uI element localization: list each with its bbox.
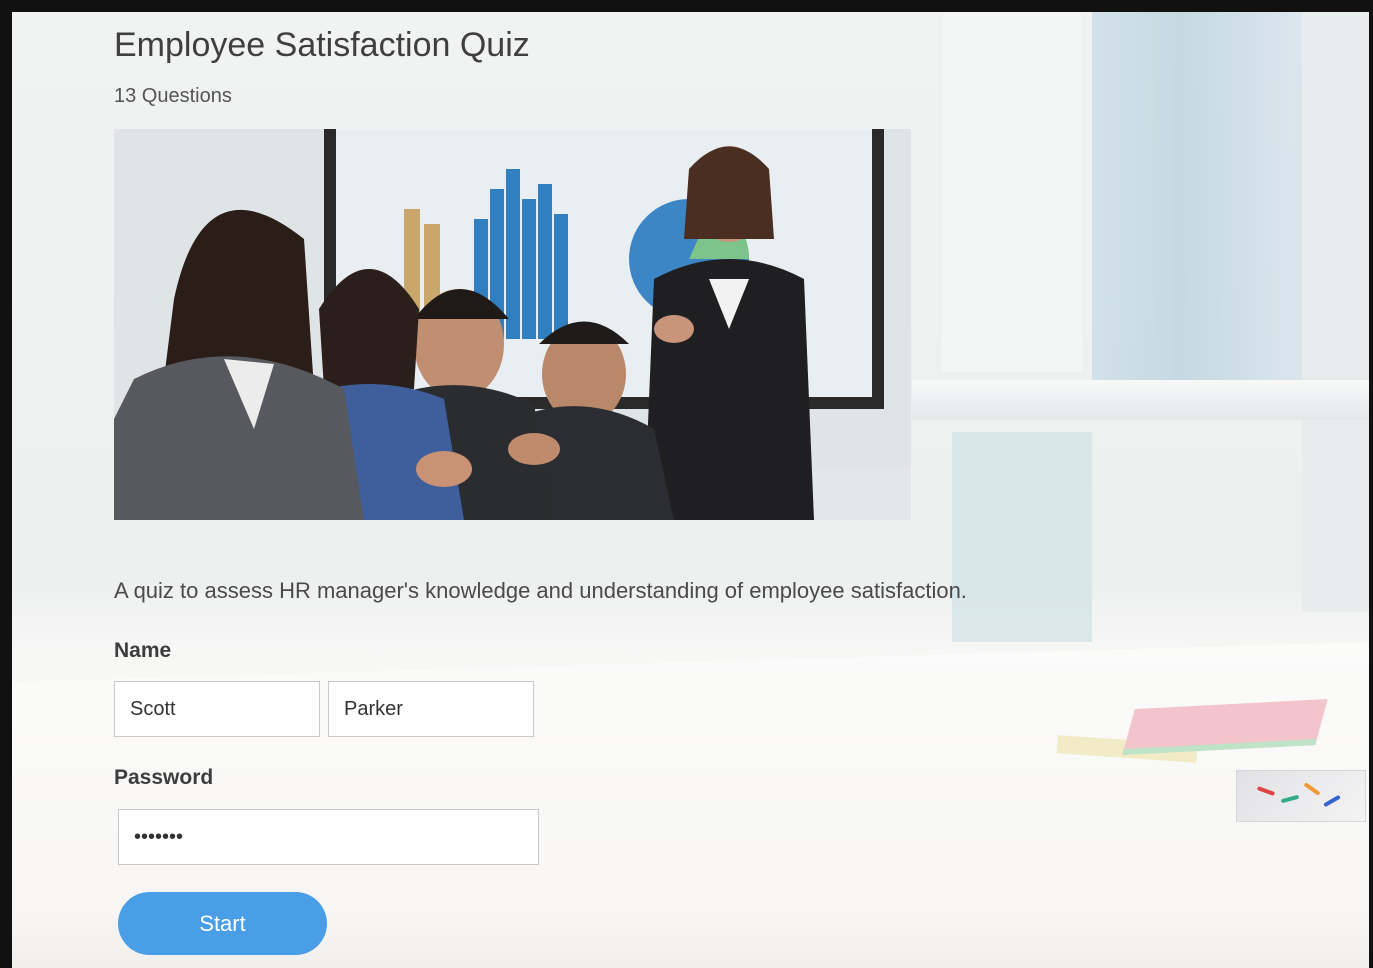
question-count: 13 Questions (114, 85, 232, 107)
background-wall (1302, 12, 1369, 612)
name-label: Name (114, 639, 172, 662)
quiz-title: Employee Satisfaction Quiz (114, 26, 530, 64)
background-shelf (942, 12, 1082, 372)
quiz-page: Employee Satisfaction Quiz 13 Questions (12, 12, 1369, 968)
background-binders (1092, 12, 1312, 392)
background-shelf-edge (912, 380, 1369, 420)
quiz-description: A quiz to assess HR manager's knowledge … (114, 578, 967, 603)
paperclip-box (1236, 770, 1366, 822)
last-name-field[interactable] (328, 681, 534, 737)
quiz-cover-image (114, 129, 911, 520)
start-button[interactable]: Start (118, 892, 327, 955)
office-meeting-photo (114, 129, 911, 520)
password-label: Password (114, 766, 214, 789)
first-name-field[interactable] (114, 681, 320, 737)
background-chair (952, 432, 1092, 642)
password-field[interactable] (118, 809, 539, 865)
